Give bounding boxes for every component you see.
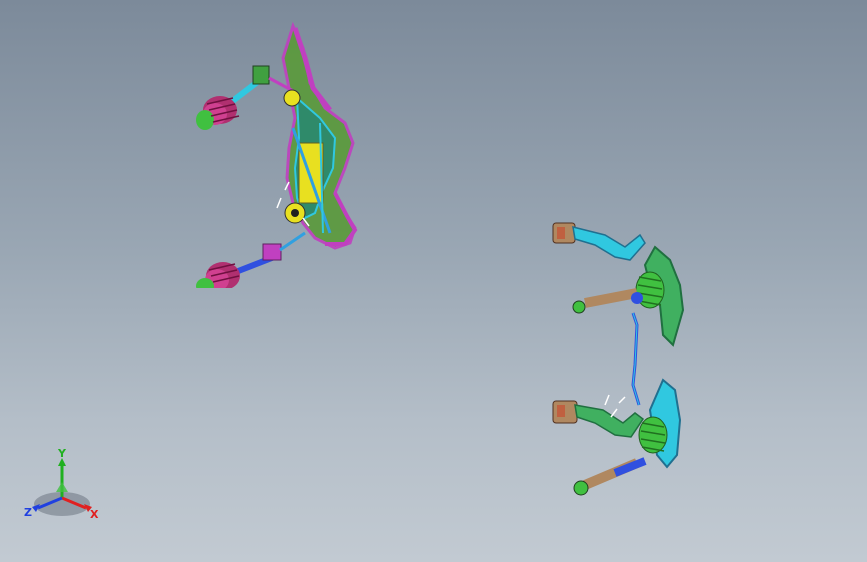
rear-upper-bushing <box>552 222 576 244</box>
triad-y-label: Y <box>57 448 67 460</box>
front-upper-strut-mount <box>252 65 270 85</box>
rear-stabilizer-bar <box>631 312 641 406</box>
rear-lower-bushing <box>552 400 578 424</box>
rear-upper-link-end <box>572 300 586 314</box>
front-suspension-assembly[interactable] <box>185 18 375 288</box>
view-orientation-triad[interactable]: Y X Z <box>22 448 104 520</box>
rear-lower-coil-spring <box>638 416 668 454</box>
front-lower-strut-mount <box>262 243 282 261</box>
triad-center-cone <box>56 482 68 492</box>
front-upper-coil-spring <box>196 96 240 130</box>
rear-upper-trailing-link <box>584 288 638 308</box>
front-hub-upper <box>283 89 301 107</box>
rear-lower-link-end <box>573 480 589 496</box>
rear-upper-control-arm <box>572 225 646 261</box>
rear-suspension-assembly[interactable] <box>545 205 695 505</box>
triad-z-label: Z <box>24 506 32 519</box>
triad-x-label: X <box>90 508 99 520</box>
front-lower-coil-spring <box>196 262 240 288</box>
graphics-viewport[interactable]: Y X Z <box>0 0 867 562</box>
front-lower-link <box>279 231 306 252</box>
rear-lower-control-arm <box>574 404 645 438</box>
